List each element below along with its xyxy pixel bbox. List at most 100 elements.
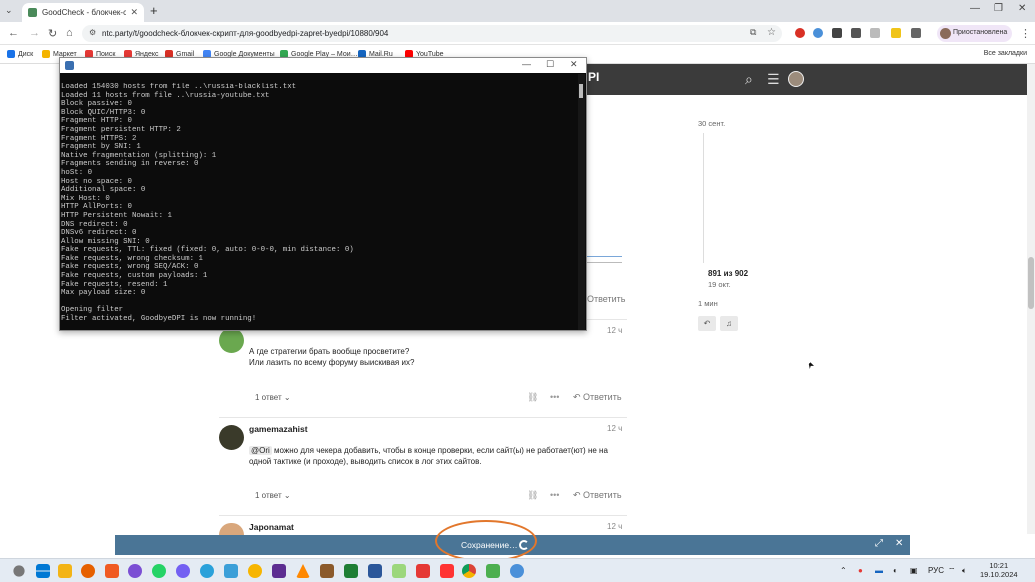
- reply-button[interactable]: Ответить: [587, 294, 625, 304]
- timeline-start-date[interactable]: 30 сент.: [698, 119, 725, 128]
- telegram-icon[interactable]: [200, 564, 214, 578]
- extension-icon[interactable]: [891, 28, 901, 38]
- user-mention[interactable]: @Ori: [249, 446, 272, 455]
- reply-button[interactable]: ↶ Ответить: [573, 490, 622, 501]
- network-icon[interactable]: ⌔: [948, 566, 956, 576]
- close-window-icon[interactable]: ✕: [570, 59, 578, 70]
- extension-icon[interactable]: [832, 28, 842, 38]
- profile-button[interactable]: Приостановлена: [937, 25, 1012, 42]
- extension-icon[interactable]: [851, 28, 861, 38]
- console-window[interactable]: — ☐ ✕ Loaded 154030 hosts from file ..\r…: [59, 57, 587, 331]
- search-icon[interactable]: ⌕: [745, 71, 753, 88]
- maximize-icon[interactable]: ❐: [994, 3, 1003, 14]
- tray-flag-icon[interactable]: ▬: [875, 566, 883, 575]
- scrollbar-thumb[interactable]: [579, 84, 583, 98]
- replies-toggle[interactable]: 1 ответ ⌄: [255, 393, 291, 402]
- vlc-icon[interactable]: [296, 564, 310, 578]
- app-icon[interactable]: [248, 564, 262, 578]
- app-icon[interactable]: [224, 564, 238, 578]
- expand-icon[interactable]: ⤢: [875, 538, 883, 549]
- avatar[interactable]: [219, 328, 244, 353]
- forward-icon[interactable]: →: [29, 27, 40, 39]
- post-time[interactable]: 12 ч: [607, 522, 622, 531]
- all-bookmarks-link[interactable]: Все закладки: [984, 50, 1027, 57]
- back-icon[interactable]: ←: [8, 27, 19, 39]
- post-time[interactable]: 12 ч: [607, 424, 622, 433]
- bookmark-star-icon[interactable]: ☆: [767, 27, 776, 38]
- app-icon[interactable]: [128, 564, 142, 578]
- app-icon[interactable]: [272, 564, 286, 578]
- more-icon[interactable]: •••: [550, 490, 559, 500]
- reload-icon[interactable]: ↻: [48, 27, 57, 40]
- reply-button[interactable]: ↶ Ответить: [573, 392, 622, 403]
- chrome-icon[interactable]: [462, 564, 476, 578]
- firefox-icon[interactable]: [81, 564, 95, 578]
- page-scrollbar[interactable]: [1027, 64, 1035, 534]
- tab-search-icon[interactable]: ⌄: [5, 5, 13, 16]
- app-icon[interactable]: [416, 564, 430, 578]
- app-icon[interactable]: [510, 564, 524, 578]
- tray-app-icon[interactable]: ▣: [910, 566, 918, 575]
- maximize-icon[interactable]: ☐: [546, 59, 554, 70]
- tray-app-icon[interactable]: ●: [858, 566, 863, 575]
- extension-icon[interactable]: [813, 28, 823, 38]
- console-scrollbar[interactable]: [578, 74, 585, 330]
- minimize-icon[interactable]: —: [522, 59, 531, 69]
- extensions-puzzle-icon[interactable]: [911, 28, 921, 38]
- quote-divider: [587, 256, 622, 257]
- start-icon[interactable]: [36, 564, 50, 578]
- widgets-icon[interactable]: [13, 565, 25, 577]
- tray-app-icon[interactable]: ◐: [893, 566, 898, 575]
- tab-close-icon[interactable]: ✕: [130, 7, 138, 18]
- browser-tab[interactable]: GoodCheck - блокчек-скрипт- ✕: [22, 3, 144, 22]
- avatar[interactable]: [219, 523, 244, 535]
- console-line: Fake requests, wrong SEQ/ACK: 0: [61, 263, 199, 272]
- system-clock[interactable]: 10:21 19.10.2024: [980, 561, 1018, 579]
- word-icon[interactable]: [368, 564, 382, 578]
- reply-arrow-icon[interactable]: ↶: [698, 316, 716, 331]
- timeline-track[interactable]: [703, 133, 704, 263]
- new-tab-button[interactable]: +: [150, 3, 158, 18]
- app-icon[interactable]: [392, 564, 406, 578]
- language-indicator[interactable]: РУС: [928, 566, 944, 575]
- hamburger-menu-icon[interactable]: ☰: [767, 71, 780, 88]
- link-icon[interactable]: ⛓: [527, 392, 538, 403]
- console-line: DNSv6 redirect: 0: [61, 229, 137, 238]
- close-icon[interactable]: ✕: [895, 538, 903, 549]
- extension-icon[interactable]: [795, 28, 805, 38]
- console-titlebar[interactable]: — ☐ ✕: [60, 58, 586, 73]
- close-window-icon[interactable]: ✕: [1018, 3, 1026, 14]
- browser-icon[interactable]: [105, 564, 119, 578]
- post-body: А где стратегии брать вообще просветите?…: [249, 347, 415, 367]
- whatsapp-icon[interactable]: [152, 564, 166, 578]
- install-app-icon[interactable]: ⧉: [750, 27, 756, 38]
- app-icon[interactable]: [344, 564, 358, 578]
- bookmark-item[interactable]: Диск: [7, 50, 33, 58]
- post-username[interactable]: gamemazahist: [249, 424, 308, 434]
- more-icon[interactable]: •••: [550, 392, 559, 402]
- post-username[interactable]: Japonamat: [249, 522, 294, 532]
- volume-icon[interactable]: 🔈︎: [962, 566, 967, 576]
- file-explorer-icon[interactable]: [58, 564, 72, 578]
- avatar[interactable]: [219, 425, 244, 450]
- link-icon[interactable]: ⛓: [527, 490, 538, 501]
- site-info-icon[interactable]: ⚙: [89, 28, 96, 37]
- viber-icon[interactable]: [176, 564, 190, 578]
- url-input[interactable]: ⚙ ntc.party/t/goodcheck-блокчек-скрипт-д…: [82, 25, 782, 42]
- bell-icon[interactable]: ♫: [720, 316, 738, 331]
- app-icon[interactable]: [486, 564, 500, 578]
- user-avatar[interactable]: [788, 71, 804, 87]
- app-icon[interactable]: [320, 564, 334, 578]
- replies-toggle[interactable]: 1 ответ ⌄: [255, 491, 291, 500]
- post-time[interactable]: 12 ч: [607, 326, 622, 335]
- url-text: ntc.party/t/goodcheck-блокчек-скрипт-для…: [102, 29, 389, 38]
- extension-icon[interactable]: [870, 28, 880, 38]
- scrollbar-thumb[interactable]: [1028, 257, 1034, 309]
- tray-chevron-icon[interactable]: ⌃: [840, 566, 847, 575]
- timeline-end-label[interactable]: 1 мин: [698, 299, 718, 308]
- profile-label: Приостановлена: [953, 29, 1008, 36]
- minimize-icon[interactable]: —: [970, 3, 980, 14]
- yandex-icon[interactable]: [440, 564, 454, 578]
- home-icon[interactable]: ⌂: [66, 27, 73, 39]
- menu-kebab-icon[interactable]: ⋮: [1020, 27, 1031, 40]
